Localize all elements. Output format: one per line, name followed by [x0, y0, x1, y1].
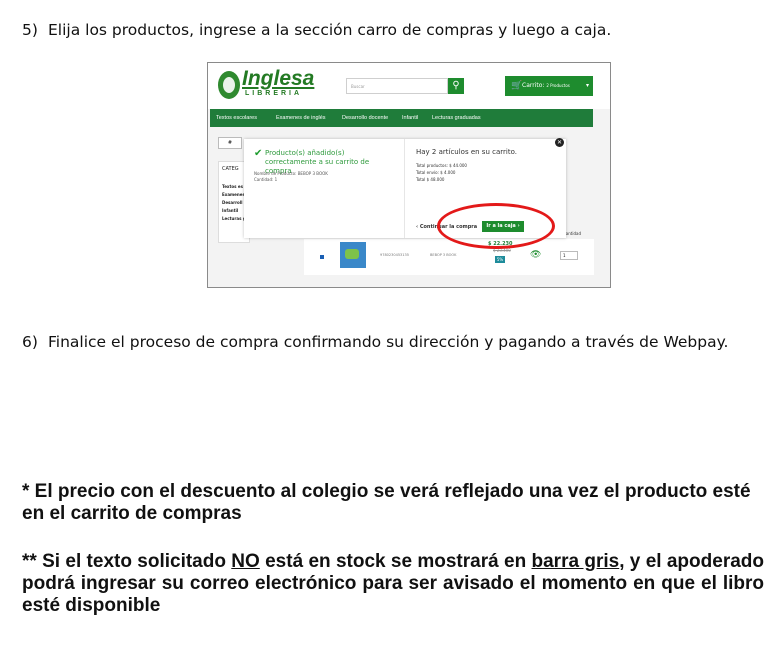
category-title: CATEG: [222, 166, 239, 172]
chevron-down-icon: ▾: [585, 82, 589, 89]
search-button[interactable]: ⚲: [448, 78, 464, 94]
close-icon[interactable]: ✕: [555, 138, 564, 147]
note-discount: * El precio con el descuento al colegio …: [22, 481, 751, 524]
total-shipping: Total envío: $ 4.000: [416, 170, 456, 175]
note-stock-part1: ** Si el texto solicitado: [22, 551, 232, 572]
cart-count: 2 Productos: [546, 83, 570, 88]
note-stock-part2: está en stock se mostrará en: [259, 551, 532, 572]
logo-name[interactable]: Inglesa: [242, 67, 314, 91]
logo-subtitle: LIBRERIA: [245, 90, 303, 97]
cart-button[interactable]: 🛒 Carrito: 2 Productos ▾: [505, 76, 593, 96]
modal-left-panel: ✔ Producto(s) añadido(s) correctamente a…: [244, 139, 404, 238]
main-nav: Textos escolares Examenes de inglés Desa…: [210, 109, 593, 127]
store-header: Inglesa LIBRERIA Buscar ⚲ 🛒 Carrito: 2 P…: [208, 63, 610, 109]
note-stock-barra: barra gris: [531, 551, 620, 572]
note-stock: ** Si el texto solicitado NO está en sto…: [22, 551, 764, 617]
step-6-text: Finalice el proceso de compra confirmand…: [48, 333, 729, 351]
step-5: 5) Elija los productos, ingrese a la secc…: [22, 20, 611, 40]
product-isbn: 9780230453135: [380, 253, 409, 257]
quantity-input[interactable]: 1: [560, 251, 578, 260]
step-5-number: 5): [22, 21, 38, 39]
note-stock-no: NO: [231, 551, 260, 572]
product-title[interactable]: BEBOP 3 BOOK: [430, 253, 456, 257]
category-item[interactable]: Examenes: [222, 192, 245, 197]
logo-icon: [218, 71, 240, 99]
category-item[interactable]: Desarroll: [222, 200, 243, 205]
modal-divider: [404, 139, 405, 238]
cart-label: Carrito:: [522, 82, 545, 89]
product-thumbnail[interactable]: [340, 242, 366, 268]
step-5-text: Elija los productos, ingrese a la secció…: [48, 21, 612, 39]
highlight-ellipse: [437, 203, 555, 249]
nav-item-examenes[interactable]: Examenes de inglés: [276, 109, 326, 127]
remove-icon[interactable]: [320, 255, 324, 259]
nav-item-textos[interactable]: Textos escolares: [216, 109, 257, 127]
category-item[interactable]: Textos es: [222, 184, 243, 189]
search-icon: ⚲: [452, 80, 460, 91]
modal-product-name: Nombre de Producto: BEBOP 3 BOOK: [254, 171, 328, 176]
total-amount: Total $ 48.000: [416, 177, 445, 182]
cart-summary: Hay 2 artículos en su carrito.: [416, 148, 517, 156]
step-6-number: 6): [22, 333, 38, 351]
modal-product-quantity: Cantidad: 1: [254, 177, 278, 182]
category-item[interactable]: Infantil: [222, 208, 238, 213]
check-icon: ✔: [254, 148, 263, 159]
eye-icon[interactable]: 👁: [530, 250, 541, 260]
breadcrumb[interactable]: #: [218, 137, 242, 149]
discount-badge: 5%: [495, 256, 505, 263]
search-input[interactable]: Buscar: [346, 78, 448, 94]
nav-item-infantil[interactable]: Infantil: [402, 109, 418, 127]
category-item[interactable]: Lecturas g: [222, 216, 246, 221]
total-products: Total productos: $ 44.000: [416, 163, 467, 168]
step-6: 6) Finalice el proceso de compra confirma…: [22, 332, 742, 352]
nav-item-lecturas[interactable]: Lecturas graduadas: [432, 109, 481, 127]
cart-icon: 🛒: [511, 81, 523, 91]
product-row: 9780230453135 BEBOP 3 BOOK $ 22.230 $ 23…: [304, 239, 594, 275]
nav-item-desarrollo[interactable]: Desarrollo docente: [342, 109, 388, 127]
store-screenshot: Inglesa LIBRERIA Buscar ⚲ 🛒 Carrito: 2 P…: [207, 62, 611, 288]
